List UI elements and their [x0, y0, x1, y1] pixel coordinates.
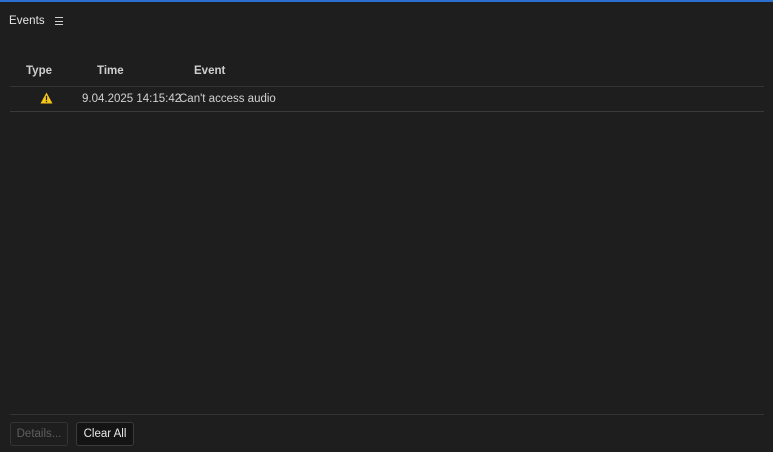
event-description: Can't access audio [179, 93, 276, 105]
clear-all-button[interactable]: Clear All [76, 422, 134, 446]
table-row[interactable]: 9.04.2025 14:15:42 Can't access audio [10, 87, 764, 112]
panel-header: Events [9, 12, 65, 30]
event-time: 9.04.2025 14:15:42 [82, 93, 182, 105]
hamburger-menu-icon[interactable] [54, 16, 65, 26]
warning-icon [40, 92, 53, 104]
panel-title: Events [9, 15, 45, 27]
column-header-type[interactable]: Type [26, 65, 52, 77]
details-button[interactable]: Details... [10, 422, 68, 446]
footer-divider [10, 414, 764, 415]
events-table: Type Time Event 9.04.2025 14:15:42 Can't… [10, 60, 764, 112]
events-panel: Events Type Time Event 9.04.2025 14:15:4… [0, 0, 773, 452]
table-header: Type Time Event [10, 60, 764, 87]
column-header-event[interactable]: Event [194, 65, 225, 77]
column-header-time[interactable]: Time [97, 65, 124, 77]
